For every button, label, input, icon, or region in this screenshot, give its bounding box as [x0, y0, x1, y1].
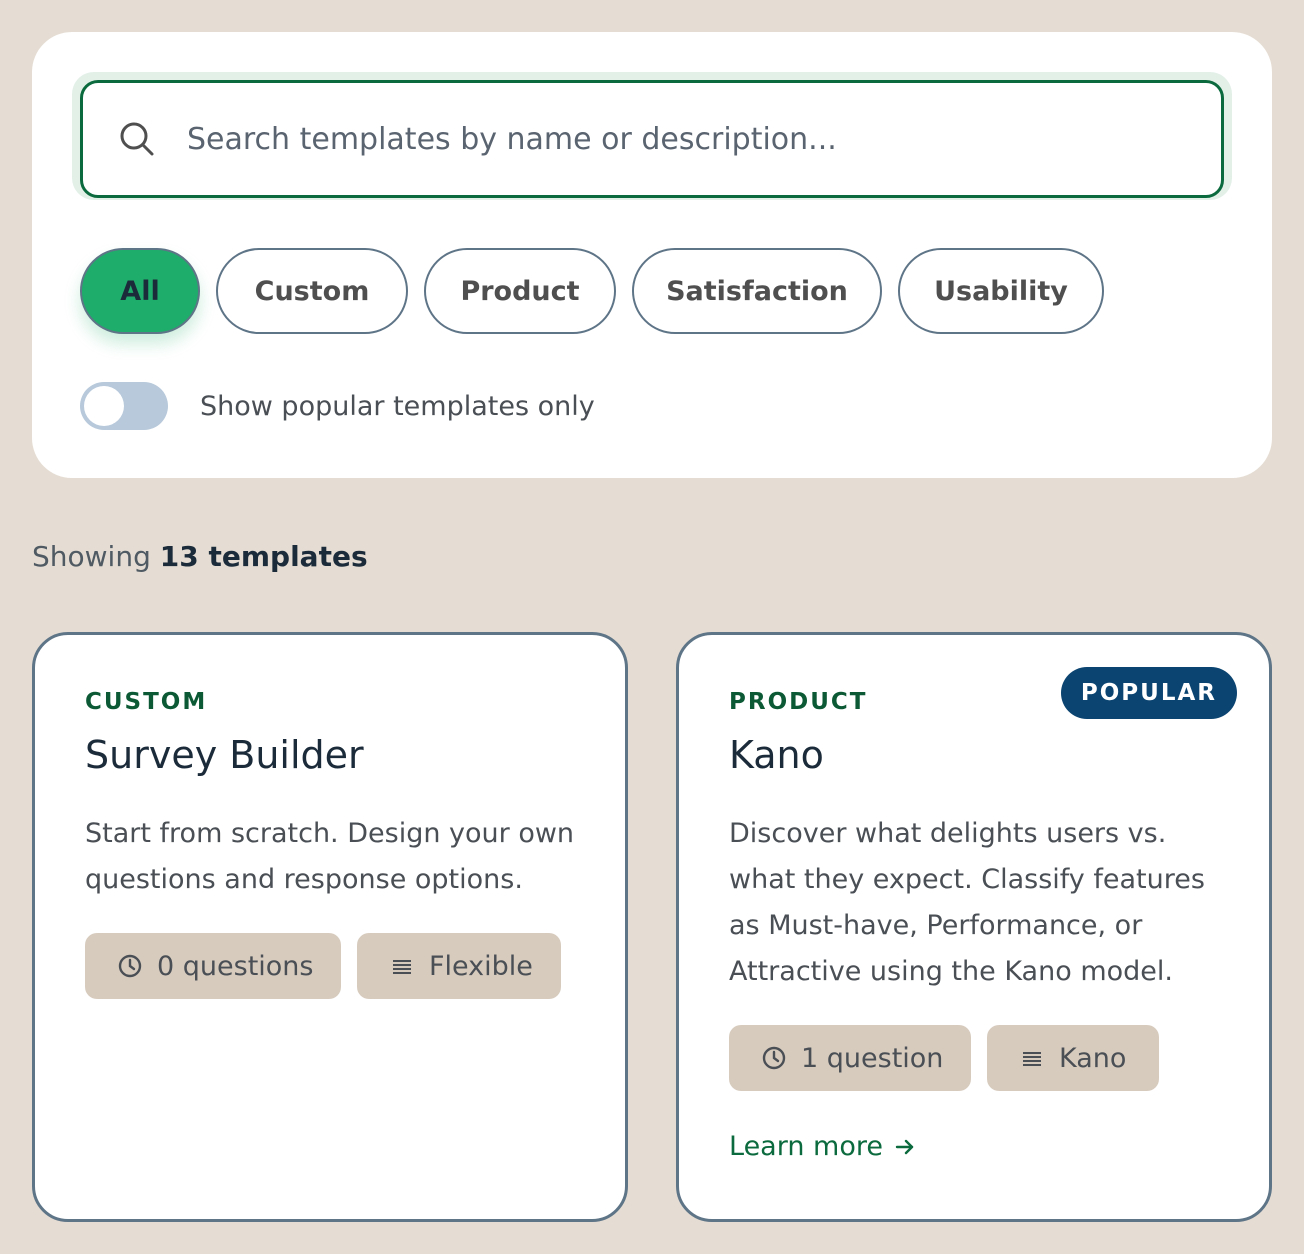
chip-custom[interactable]: Custom: [216, 248, 408, 334]
survey-type: Kano: [1059, 1042, 1127, 1074]
chip-product[interactable]: Product: [424, 248, 616, 334]
search-box[interactable]: [80, 80, 1224, 198]
question-count: 1 question: [801, 1042, 944, 1074]
popular-toggle-label: Show popular templates only: [200, 390, 595, 422]
template-card-kano[interactable]: POPULAR PRODUCT Kano Discover what delig…: [676, 632, 1272, 1222]
clock-icon: [118, 954, 142, 978]
template-card-survey-builder[interactable]: CUSTOM Survey Builder Start from scratch…: [32, 632, 628, 1222]
learn-more-link[interactable]: Learn more: [729, 1131, 917, 1162]
search-icon: [120, 122, 154, 156]
learn-more-label: Learn more: [729, 1131, 883, 1162]
clock-icon: [762, 1046, 786, 1070]
survey-type-pill: Flexible: [357, 933, 561, 999]
chip-all[interactable]: All: [80, 248, 200, 334]
arrow-right-icon: [895, 1139, 914, 1154]
survey-type-pill: Kano: [987, 1025, 1159, 1091]
popular-only-toggle[interactable]: [80, 382, 168, 430]
popular-badge: POPULAR: [1060, 667, 1237, 719]
results-prefix: Showing: [32, 540, 151, 573]
results-count-value: 13 templates: [159, 540, 368, 573]
search-input[interactable]: [187, 121, 1167, 157]
question-count-pill: 0 questions: [85, 933, 341, 999]
chip-satisfaction[interactable]: Satisfaction: [632, 248, 882, 334]
card-category: CUSTOM: [85, 689, 208, 715]
toggle-knob: [84, 386, 124, 426]
list-icon: [1023, 1052, 1041, 1066]
survey-type: Flexible: [429, 950, 533, 982]
card-category: PRODUCT: [729, 689, 868, 715]
card-description: Start from scratch. Design your own ques…: [85, 818, 575, 895]
popular-toggle-row: Show popular templates only: [80, 382, 595, 430]
results-count: Showing 13 templates: [32, 540, 368, 573]
filter-panel: All Custom Product Satisfaction Usabilit…: [32, 32, 1272, 478]
card-title: Kano: [729, 733, 824, 777]
question-count: 0 questions: [157, 950, 314, 982]
chip-usability[interactable]: Usability: [898, 248, 1104, 334]
card-description: Discover what delights users vs. what th…: [729, 818, 1205, 987]
question-count-pill: 1 question: [729, 1025, 971, 1091]
card-title: Survey Builder: [85, 733, 364, 777]
list-icon: [393, 960, 411, 974]
